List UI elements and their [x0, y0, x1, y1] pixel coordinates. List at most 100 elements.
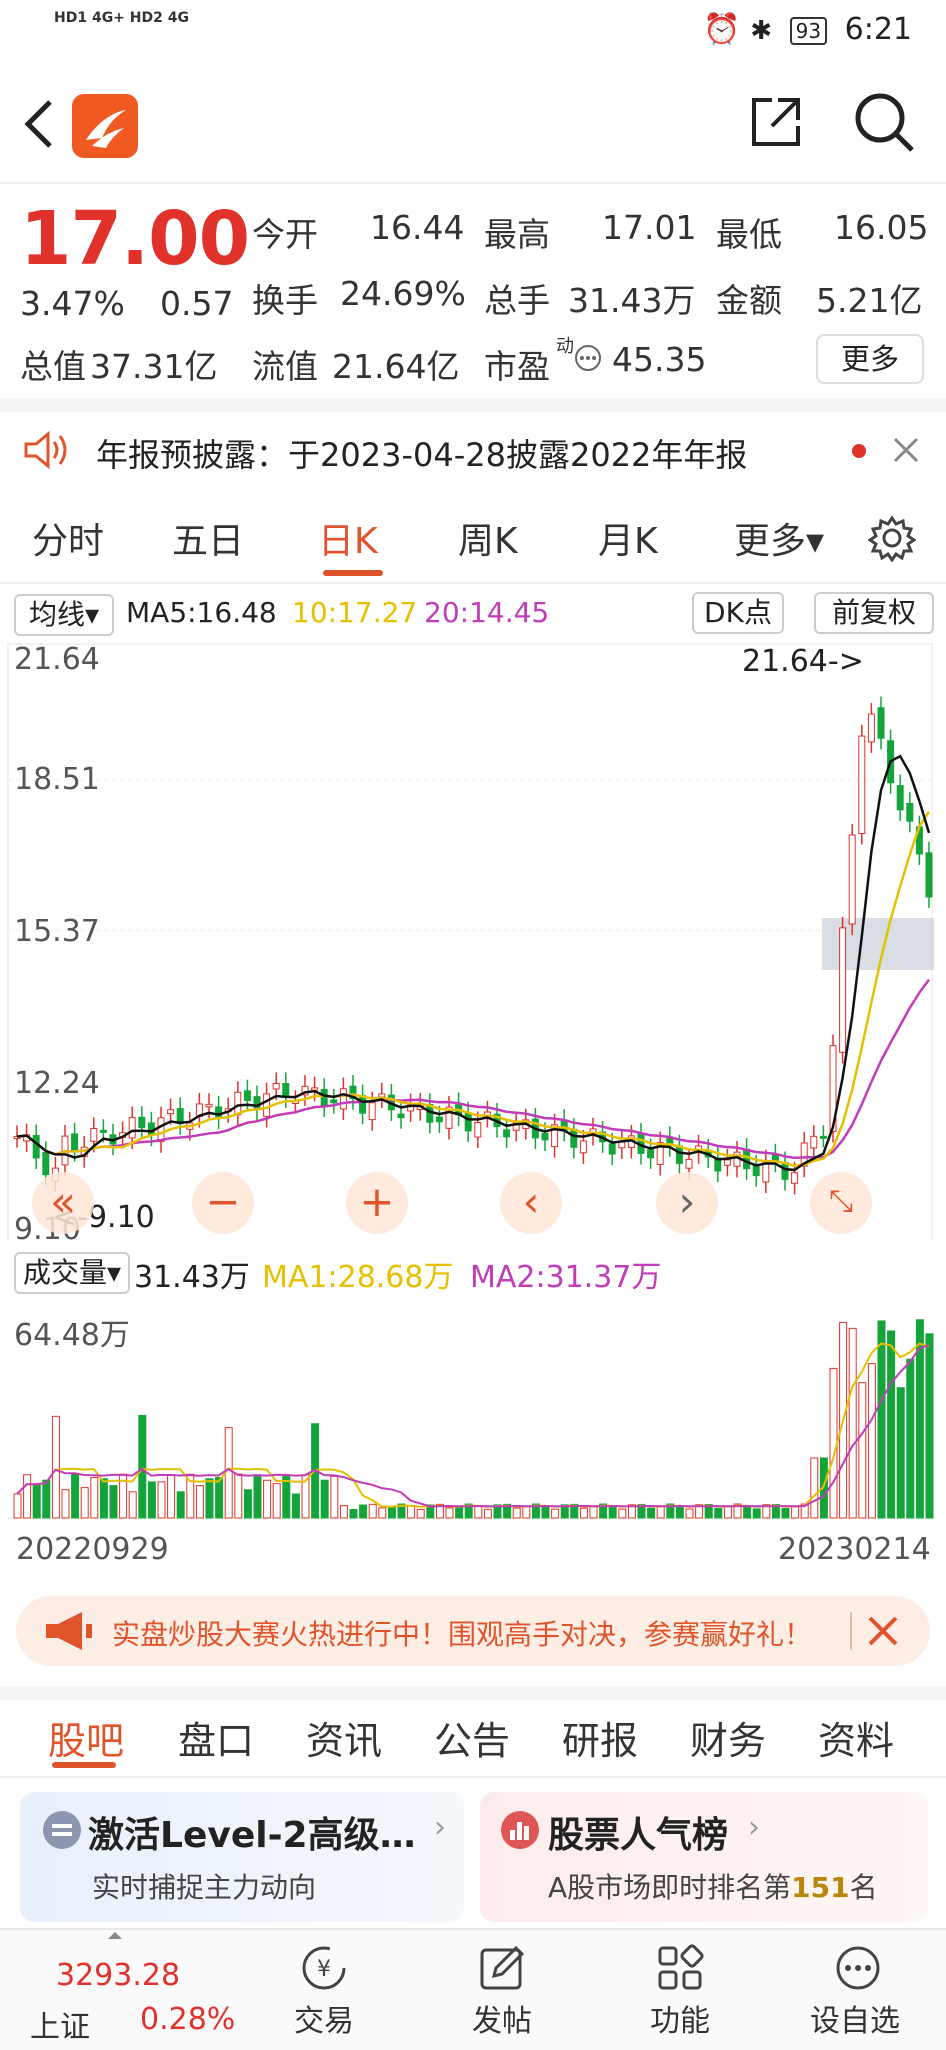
rank-number: 151 — [791, 1871, 850, 1904]
tab-daily-k[interactable]: 日K — [318, 512, 378, 564]
date-axis-end: 20230214 — [778, 1532, 931, 1567]
volume-bar — [445, 1507, 454, 1519]
tab-weekly-k[interactable]: 周K — [458, 512, 518, 564]
volume-bar — [483, 1508, 492, 1519]
low-label: 最低 — [716, 215, 782, 254]
info-dots-icon[interactable] — [574, 344, 602, 372]
candle — [579, 1140, 587, 1154]
red-dot-indicator — [852, 444, 866, 458]
settings-gear-icon[interactable] — [868, 514, 916, 562]
tab-intraday[interactable]: 分时 — [32, 512, 104, 564]
candle — [330, 1099, 338, 1104]
back-arrow-icon[interactable] — [20, 94, 60, 154]
volume-bar — [541, 1505, 550, 1519]
adjust-button[interactable]: 前复权 — [814, 592, 934, 634]
notice-bar[interactable]: 年报预披露：于2023-04-28披露2022年年报 — [0, 414, 946, 486]
volume-bar — [522, 1506, 531, 1519]
expand-up-icon[interactable] — [108, 1932, 122, 1939]
kline-chart[interactable] — [0, 640, 946, 1240]
pe-dynamic-sup: 动 — [556, 336, 574, 357]
tab-news[interactable]: 资讯 — [306, 1710, 382, 1765]
candle — [810, 1135, 818, 1149]
volume-bar — [416, 1508, 425, 1519]
divider — [0, 582, 946, 584]
tab-five-day[interactable]: 五日 — [172, 512, 244, 564]
volume-bar — [128, 1491, 137, 1519]
volume-bar — [407, 1505, 416, 1519]
volume-chart[interactable] — [0, 1296, 946, 1522]
candle — [99, 1129, 107, 1133]
close-icon[interactable] — [866, 1614, 900, 1648]
tab-guba[interactable]: 股吧 — [48, 1710, 124, 1765]
more-button[interactable]: 更多 — [816, 334, 924, 384]
tab-research[interactable]: 研报 — [562, 1710, 638, 1765]
nav-add-watchlist[interactable]: 设自选 — [810, 1996, 900, 2040]
volume-bar — [618, 1508, 627, 1519]
candle — [839, 927, 847, 1053]
nav-function[interactable]: 功能 — [650, 1996, 710, 2040]
volume-bar — [272, 1483, 281, 1519]
search-icon[interactable] — [852, 90, 916, 154]
candle — [896, 785, 904, 811]
zoom-out-button[interactable]: − — [192, 1172, 254, 1234]
divider — [0, 1776, 946, 1778]
rank-suffix: 名 — [849, 1871, 878, 1904]
candle — [138, 1116, 146, 1129]
scroll-start-button[interactable]: « — [32, 1172, 94, 1234]
candle — [378, 1093, 386, 1098]
volume-bar — [752, 1508, 761, 1519]
function-grid-icon[interactable] — [654, 1942, 706, 1994]
watchlist-dots-icon[interactable] — [832, 1942, 884, 1994]
price-axis-label: 12.24 — [14, 1066, 100, 1101]
nav-trade[interactable]: 交易 — [294, 1996, 354, 2040]
ma10-value: 10:17.27 — [292, 596, 418, 629]
index-value[interactable]: 3293.28 — [56, 1958, 180, 1993]
candle — [205, 1103, 213, 1108]
change-amount: 0.57 — [160, 284, 234, 323]
tab-more[interactable]: 更多▾ — [734, 512, 824, 564]
volume-bar — [215, 1476, 224, 1519]
scroll-right-button[interactable]: › — [656, 1172, 718, 1234]
close-icon[interactable] — [892, 436, 920, 464]
nav-post[interactable]: 发帖 — [472, 1996, 532, 2040]
post-edit-icon[interactable] — [476, 1942, 528, 1994]
candle — [647, 1149, 655, 1159]
volume-bar — [71, 1473, 80, 1519]
tab-profile[interactable]: 资料 — [818, 1710, 894, 1765]
tab-pankou[interactable]: 盘口 — [178, 1710, 254, 1765]
candle — [474, 1122, 482, 1138]
candle — [71, 1133, 79, 1151]
dk-point-button[interactable]: DK点 — [692, 592, 784, 634]
active-tab-underline — [52, 1762, 116, 1768]
volume-bar — [243, 1489, 252, 1519]
volume-bar — [848, 1327, 857, 1519]
candle — [243, 1090, 251, 1102]
tab-monthly-k[interactable]: 月K — [598, 512, 658, 564]
volume-bar — [320, 1479, 329, 1519]
change-percent: 3.47% — [20, 284, 125, 323]
zoom-in-button[interactable]: + — [346, 1172, 408, 1234]
scroll-left-button[interactable]: ‹ — [500, 1172, 562, 1234]
volume-ma2: MA2:31.37万 — [470, 1260, 662, 1295]
volume-bar — [781, 1507, 790, 1519]
pe-label: 市盈 — [484, 347, 550, 386]
turnover-value: 24.69% — [340, 274, 466, 313]
alarm-icon: ⏰ — [703, 12, 741, 47]
rank-prefix: A股市场即时排名第 — [548, 1871, 792, 1904]
candle — [867, 713, 875, 743]
candle — [32, 1135, 40, 1159]
ma-selector[interactable]: 均线▾ — [14, 594, 114, 636]
trade-yen-icon[interactable]: ¥ — [298, 1942, 350, 1994]
volume-selector[interactable]: 成交量▾ — [14, 1252, 130, 1294]
candle — [743, 1148, 751, 1170]
tab-announcements[interactable]: 公告 — [434, 1710, 510, 1765]
mktcap-label: 总值 — [20, 347, 86, 386]
share-icon[interactable] — [748, 94, 804, 150]
volume-bar — [791, 1505, 800, 1519]
chevron-right-icon: › — [748, 1810, 760, 1845]
level2-card[interactable]: 激活Level-2高级… › 实时捕捉主力动向 — [20, 1792, 464, 1922]
fullscreen-icon[interactable]: ⤡ — [810, 1172, 872, 1234]
tab-finance[interactable]: 财务 — [690, 1710, 766, 1765]
promo-banner[interactable]: 实盘炒股大赛火热进行中！围观高手对决，参赛赢好礼！ — [16, 1596, 930, 1666]
popularity-card[interactable]: 股票人气榜 › A股市场即时排名第151名 — [480, 1792, 928, 1922]
